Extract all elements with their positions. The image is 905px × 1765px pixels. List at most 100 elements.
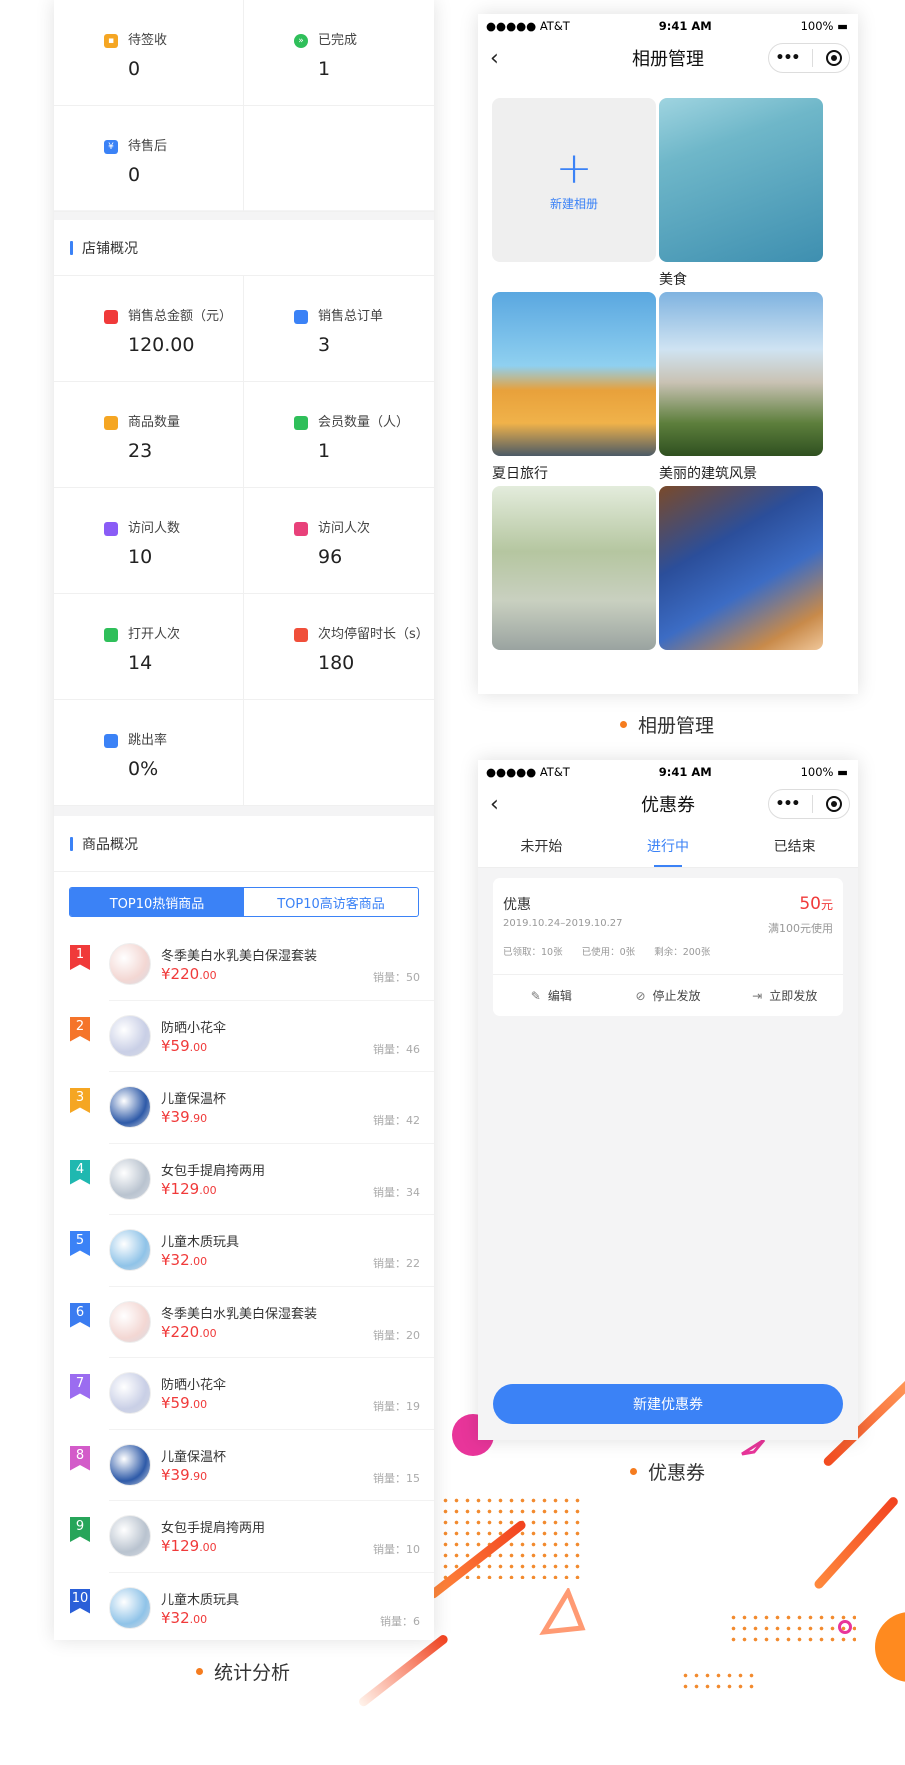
empty-cell (244, 700, 434, 806)
shop-stats-grid: 销售总金额（元） 120.00 销售总订单 3 商品数量 23 会员数量（人） 1 访问人数 10… (54, 276, 434, 806)
users-icon (104, 522, 118, 536)
album-cover-image[interactable] (659, 292, 823, 456)
close-circle-icon[interactable] (826, 50, 843, 66)
new-coupon-button[interactable]: 新建优惠券 (493, 1384, 843, 1424)
goods-sold: 销量：42 (373, 1114, 420, 1127)
rank-badge: 2 (70, 1016, 90, 1042)
shop-stat-cell[interactable]: 会员数量（人） 1 (244, 382, 434, 488)
album-cover-image[interactable] (659, 486, 823, 650)
close-circle-icon[interactable] (826, 796, 843, 812)
caption-stats: 统计分析 (196, 1658, 290, 1685)
goods-row[interactable]: 1 冬季美白水乳美白保湿套装 ¥220.00 销量：50 (70, 929, 434, 1001)
album-card[interactable]: 美食98张照片·今日0张🗑 删除 (659, 98, 823, 308)
coupon-list: 优惠 2019.10.24–2019.10.27 50元 满100元使用 已领取… (478, 868, 858, 1440)
stat-value: 10 (128, 546, 153, 568)
goods-thumbnail (109, 1086, 151, 1128)
tab-top10-hot[interactable]: TOP10热销商品 (70, 888, 244, 916)
album-card[interactable] (492, 486, 656, 650)
goods-name: 冬季美白水乳美白保湿套装 (161, 1306, 318, 1322)
export-icon: ⇥ (752, 988, 763, 1003)
shop-stat-cell[interactable]: 次均停留时长（s） 180 (244, 594, 434, 700)
order-stat-completed[interactable]: » 已完成 1 (244, 0, 434, 106)
stat-label: 已完成 (318, 33, 358, 48)
shop-stat-cell[interactable]: 销售总订单 3 (244, 276, 434, 382)
stat-value: 0 (128, 58, 141, 80)
album-title: 夏日旅行 (492, 466, 548, 482)
goods-thumbnail (109, 943, 151, 985)
status-bar: ●●●●● AT&T 9:41 AM 100% ▬ (478, 760, 858, 784)
back-arrow-icon[interactable]: ‹ (490, 46, 499, 71)
new-album-button[interactable]: + 新建相册 (492, 98, 656, 262)
stat-value: 0 (128, 164, 141, 186)
shop-stat-cell[interactable]: 访问人次 96 (244, 488, 434, 594)
new-album-tile[interactable]: + 新建相册 (492, 98, 656, 262)
page-title: 相册管理 (632, 49, 704, 70)
goods-price: ¥39.90 (161, 1108, 208, 1126)
shop-stat-cell[interactable]: 打开人次 14 (54, 594, 244, 700)
back-arrow-icon[interactable]: ‹ (490, 792, 499, 817)
tab-in-progress[interactable]: 进行中 (605, 824, 732, 867)
album-cover-image[interactable] (659, 98, 823, 262)
goods-row[interactable]: 5 儿童木质玩具 ¥32.00 销量：22 (70, 1215, 434, 1287)
package-icon: ▪ (104, 34, 118, 48)
status-bar: ●●●●● AT&T 9:41 AM 100% ▬ (478, 14, 858, 38)
tab-ended[interactable]: 已结束 (731, 824, 858, 867)
stop-issue-button[interactable]: ⊘ 停止发放 (610, 975, 727, 1016)
battery: 100% ▬ (800, 19, 848, 33)
order-stat-pending-sign[interactable]: ▪ 待签收 0 (54, 0, 244, 106)
user-exit-icon (104, 734, 118, 748)
shop-stat-cell[interactable]: 销售总金额（元） 120.00 (54, 276, 244, 382)
shop-stat-cell[interactable]: 访问人数 10 (54, 488, 244, 594)
shop-stat-cell[interactable]: 商品数量 23 (54, 382, 244, 488)
stat-value: 0% (128, 758, 159, 780)
goods-row[interactable]: 4 女包手提肩挎两用 ¥129.00 销量：34 (70, 1144, 434, 1215)
goods-row[interactable]: 9 女包手提肩挎两用 ¥129.00 销量：10 (70, 1501, 434, 1573)
shop-stat-cell[interactable]: 跳出率 0% (54, 700, 244, 806)
goods-sold: 销量：19 (373, 1400, 420, 1413)
goods-row[interactable]: 2 防晒小花伞 ¥59.00 销量：46 (70, 1001, 434, 1072)
stat-value: 1 (318, 440, 331, 462)
album-card[interactable]: 夏日旅行16张照片·今日5张🗑 删除 (492, 292, 656, 502)
album-card[interactable]: 美丽的建筑风景56张照片·今日12张🗑 删除 (659, 292, 823, 502)
stop-icon: ⊘ (635, 988, 646, 1003)
goods-thumbnail (109, 1014, 151, 1057)
order-stats-grid: ▪ 待签收 0 » 已完成 1 ¥ 待售后 0 (54, 0, 434, 212)
goods-row[interactable]: 3 儿童保温杯 ¥39.90 销量：42 (70, 1072, 434, 1144)
goods-name: 女包手提肩挎两用 (161, 1163, 266, 1179)
tab-top10-visitors[interactable]: TOP10高访客商品 (244, 888, 418, 916)
stat-label: 待售后 (128, 139, 168, 154)
received-count: 已领取：10张 (503, 947, 563, 958)
goods-price: ¥39.90 (161, 1465, 208, 1484)
goods-sold: 销量：22 (373, 1257, 420, 1270)
coupon-stats: 已领取：10张 已使用：0张 剩余：200张 (503, 944, 726, 958)
rank-badge: 4 (70, 1159, 90, 1185)
stat-label: 待签收 (128, 33, 168, 48)
edit-button[interactable]: ✎ 编辑 (493, 975, 610, 1016)
goods-price: ¥129.00 (161, 1179, 217, 1198)
goods-row[interactable]: 6 冬季美白水乳美白保湿套装 ¥220.00 销量：20 (70, 1287, 434, 1358)
order-stat-after-sale[interactable]: ¥ 待售后 0 (54, 106, 244, 212)
tab-not-started[interactable]: 未开始 (478, 824, 605, 867)
album-card[interactable] (659, 486, 823, 650)
mini-program-capsule: ••• (768, 43, 850, 73)
goods-row[interactable]: 7 防晒小花伞 ¥59.00 销量：19 (70, 1358, 434, 1430)
page-title: 优惠券 (641, 795, 695, 816)
goods-row[interactable]: 8 儿童保温杯 ¥39.90 销量：15 (70, 1430, 434, 1501)
rank-badge: 6 (70, 1302, 90, 1328)
issue-now-button[interactable]: ⇥ 立即发放 (726, 975, 843, 1016)
more-icon[interactable]: ••• (776, 50, 801, 66)
stat-label: 访问人次 (318, 521, 371, 536)
goods-name: 儿童保温杯 (161, 1092, 227, 1107)
stat-value: 1 (318, 58, 331, 80)
goods-segment-control: TOP10热销商品 TOP10高访客商品 (69, 887, 419, 917)
coupon-card[interactable]: 优惠 2019.10.24–2019.10.27 50元 满100元使用 已领取… (493, 878, 843, 1016)
more-icon[interactable]: ••• (776, 796, 801, 812)
album-cover-image[interactable] (492, 292, 656, 456)
mini-program-capsule: ••• (768, 789, 850, 819)
goods-name: 儿童木质玩具 (161, 1592, 240, 1608)
goods-row[interactable]: 10 儿童木质玩具 ¥32.00 销量：6 (70, 1573, 434, 1641)
album-cover-image[interactable] (492, 486, 656, 650)
decor-orange-circle (875, 1612, 905, 1682)
section-marker (70, 836, 73, 851)
goods-thumbnail (109, 1229, 151, 1271)
